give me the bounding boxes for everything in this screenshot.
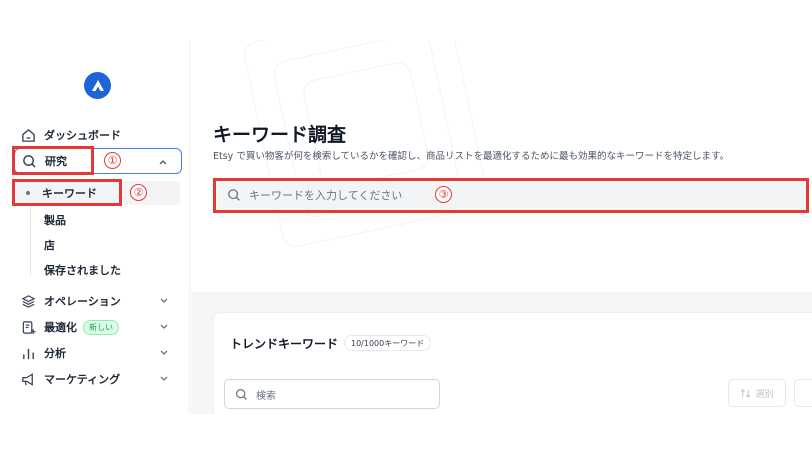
- layers-icon: [20, 293, 36, 309]
- app-logo[interactable]: [84, 72, 111, 99]
- lower-section: トレンドキーワード 10/1000キーワード 検索 選別: [191, 292, 812, 414]
- sort-button[interactable]: 選別: [728, 379, 786, 407]
- document-plus-icon: [20, 319, 36, 335]
- annotation-number-2: ②: [130, 184, 147, 201]
- annotation-number-3: ③: [435, 186, 452, 203]
- sidebar-item-label: マーケティング: [44, 373, 121, 386]
- sidebar-item-optimize[interactable]: 最適化 新しい: [14, 314, 182, 340]
- sort-icon: [741, 388, 751, 398]
- megaphone-icon: [20, 371, 36, 387]
- submenu-item-saved[interactable]: 保存されました: [44, 258, 121, 282]
- hero-section: キーワード調査 Etsy で買い物客が何を検索しているかを確認し、商品リストを最…: [191, 40, 812, 292]
- annotation-box-1: [12, 146, 94, 175]
- sort-button-label: 選別: [755, 389, 774, 400]
- bar-chart-icon: [20, 345, 36, 361]
- submenu-item-product[interactable]: 製品: [44, 208, 66, 232]
- new-badge: 新しい: [83, 319, 119, 335]
- sidebar-item-dashboard[interactable]: ダッシュボード: [14, 122, 182, 148]
- annotation-box-2: [12, 179, 122, 206]
- trend-search-placeholder: 検索: [256, 390, 276, 402]
- chevron-down-icon[interactable]: [158, 347, 170, 359]
- logo-icon: [91, 79, 104, 91]
- filter-button[interactable]: [794, 379, 812, 407]
- sidebar-item-label: 分析: [44, 347, 66, 360]
- chevron-down-icon[interactable]: [158, 295, 170, 307]
- page-subtitle: Etsy で買い物客が何を検索しているかを確認し、商品リストを最適化するために最…: [213, 151, 730, 162]
- home-icon: [20, 127, 36, 143]
- submenu-item-label: 製品: [44, 214, 66, 227]
- chevron-down-icon[interactable]: [158, 321, 170, 333]
- trend-search-input[interactable]: 検索: [224, 379, 440, 409]
- chevron-down-icon[interactable]: [158, 373, 170, 385]
- submenu-item-label: 店: [44, 239, 55, 252]
- sidebar-item-marketing[interactable]: マーケティング: [14, 366, 182, 392]
- sidebar-item-label: オペレーション: [44, 295, 121, 308]
- submenu-item-shop[interactable]: 店: [44, 233, 55, 257]
- main-content: キーワード調査 Etsy で買い物客が何を検索しているかを確認し、商品リストを最…: [191, 40, 812, 414]
- annotation-box-3: [213, 178, 809, 213]
- sidebar-item-analysis[interactable]: 分析: [14, 340, 182, 366]
- trend-keywords-title: トレンドキーワード: [230, 337, 339, 351]
- annotation-number-1: ①: [104, 152, 121, 169]
- search-icon: [236, 388, 247, 400]
- page-title: キーワード調査: [213, 124, 347, 146]
- sidebar-item-label: ダッシュボード: [44, 129, 121, 142]
- chevron-up-icon[interactable]: [157, 156, 169, 168]
- submenu-item-label: 保存されました: [44, 264, 121, 277]
- sidebar: ダッシュボード 研究 キーワード 製品 店 保存されました オペレーション 最適…: [0, 40, 190, 414]
- trend-keywords-card: トレンドキーワード 10/1000キーワード 検索 選別: [213, 312, 812, 414]
- sidebar-item-operation[interactable]: オペレーション: [14, 288, 182, 314]
- sidebar-item-label: 最適化: [44, 321, 77, 334]
- keyword-count-badge: 10/1000キーワード: [344, 335, 432, 351]
- app-frame: ダッシュボード 研究 キーワード 製品 店 保存されました オペレーション 最適…: [0, 40, 812, 414]
